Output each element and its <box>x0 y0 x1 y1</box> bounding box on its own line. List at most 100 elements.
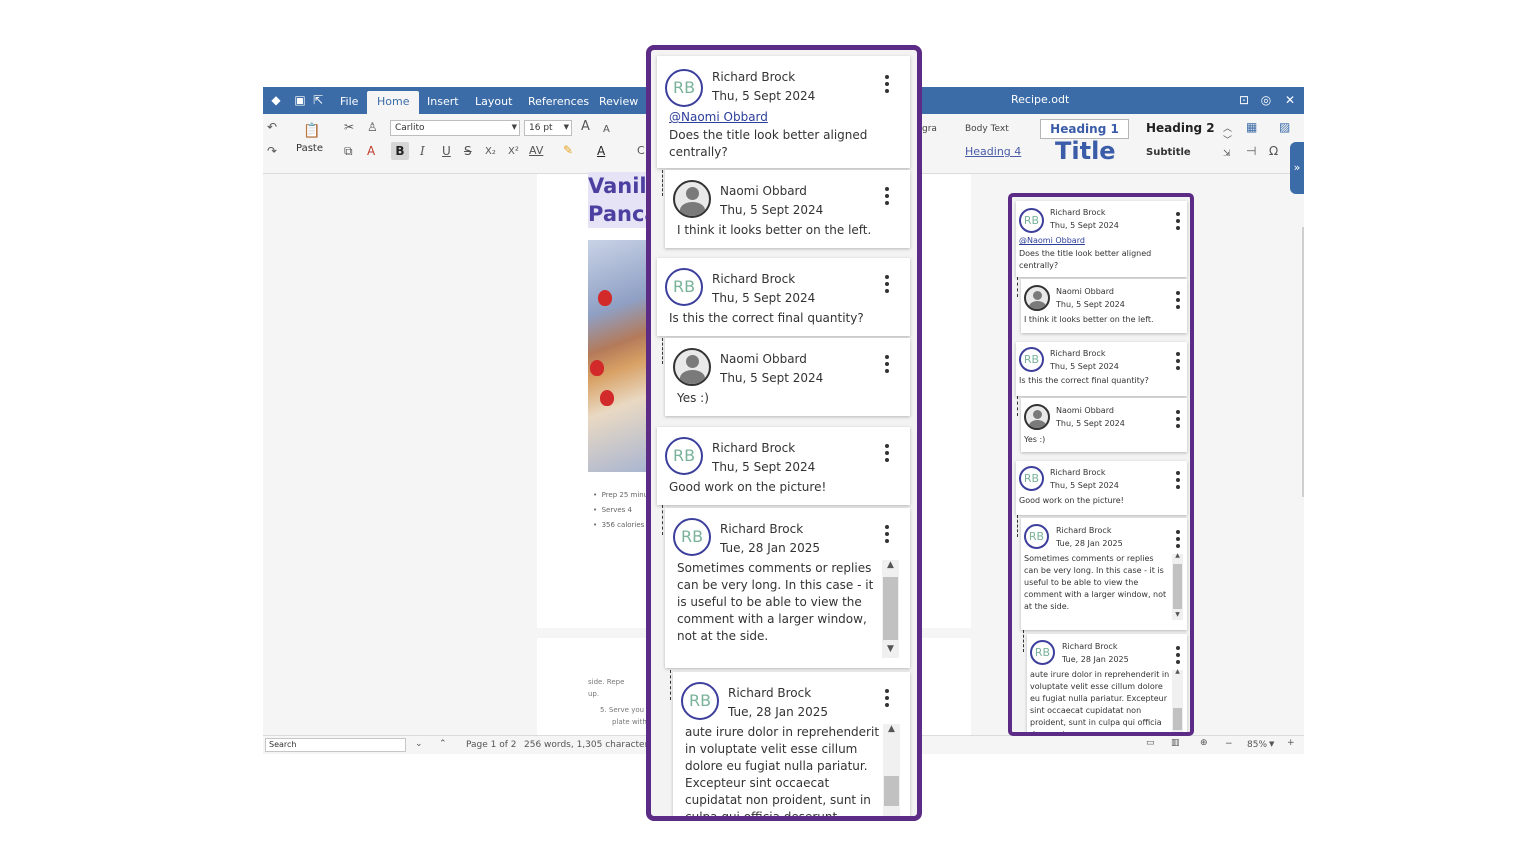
comment-card[interactable]: RB Richard Brock Thu, 5 Sept 2024 Is thi… <box>657 258 910 336</box>
multi-page-view-icon[interactable]: ▥ <box>1171 738 1180 748</box>
zoom-in-button[interactable]: + <box>1287 738 1295 748</box>
style-heading-4[interactable]: Heading 4 <box>965 145 1021 158</box>
scroll-down-arrow[interactable]: ▼ <box>882 644 899 654</box>
menu-tab-home[interactable]: Home <box>367 91 420 114</box>
copy-icon[interactable]: ⧉ <box>344 144 353 158</box>
grow-font-button[interactable]: A <box>581 120 590 134</box>
italic-button[interactable]: I <box>420 144 425 158</box>
comment-menu-icon[interactable] <box>1176 410 1180 431</box>
comment-menu-icon[interactable] <box>885 75 889 96</box>
document-scrollbar[interactable] <box>1302 227 1304 497</box>
close-icon[interactable]: ✕ <box>1283 93 1297 107</box>
comment-menu-icon[interactable] <box>885 689 889 710</box>
open-external-icon[interactable]: ⇱ <box>311 93 325 107</box>
scroll-down-arrow[interactable]: ▼ <box>1172 611 1183 618</box>
comment-card[interactable]: RB Richard Brock Thu, 5 Sept 2024 @Naomi… <box>657 56 910 168</box>
undo-icon[interactable]: ↶ <box>267 120 277 134</box>
menu-tab-layout[interactable]: Layout <box>475 95 512 108</box>
sidebar-toggle-icon[interactable]: ⊡ <box>1237 93 1251 107</box>
search-input[interactable]: Search <box>265 738 406 752</box>
scroll-up-arrow[interactable]: ▲ <box>883 724 900 734</box>
superscript-button[interactable]: X² <box>508 145 519 159</box>
menu-tab-file[interactable]: File <box>340 95 358 108</box>
chevron-down-icon[interactable]: ▼ <box>1269 740 1274 748</box>
highlight-icon[interactable]: ✎ <box>563 143 573 157</box>
comment-author: Richard Brock <box>720 522 804 536</box>
menu-tab-review[interactable]: Review <box>599 95 638 108</box>
reply-card[interactable]: Naomi Obbard Thu, 5 Sept 2024 Yes :) <box>665 338 910 416</box>
comment-scrollbar[interactable] <box>883 724 900 816</box>
scrollbar-thumb[interactable] <box>884 776 899 806</box>
reply-card[interactable]: RB Richard Brock Tue, 28 Jan 2025 Someti… <box>1021 518 1187 630</box>
reply-card[interactable]: Naomi Obbard Thu, 5 Sept 2024 I think it… <box>665 170 910 248</box>
mention-link[interactable]: @Naomi Obbard <box>1019 236 1085 245</box>
zoom-out-button[interactable]: − <box>1225 739 1233 749</box>
comment-menu-icon[interactable] <box>885 525 889 546</box>
paste-button[interactable]: Paste <box>296 142 323 156</box>
style-subtitle[interactable]: Subtitle <box>1146 147 1191 158</box>
comment-card[interactable]: RB Richard Brock Thu, 5 Sept 2024 @Naomi… <box>1016 201 1187 277</box>
menu-tab-insert[interactable]: Insert <box>427 95 459 108</box>
font-name-combobox[interactable]: Carlito ▼ <box>390 120 520 136</box>
scroll-up-arrow[interactable]: ▲ <box>882 560 899 570</box>
cut-icon[interactable]: ✂ <box>344 120 354 134</box>
zoom-icon[interactable]: ⊕ <box>1200 738 1208 748</box>
scroll-up-arrow[interactable]: ▲ <box>1172 552 1183 559</box>
special-character-icon[interactable]: Ω <box>1269 144 1278 158</box>
comment-menu-icon[interactable] <box>1176 212 1180 233</box>
font-size-combobox[interactable]: 16 pt ▼ <box>524 120 572 136</box>
comment-menu-icon[interactable] <box>885 355 889 376</box>
clone-formatting-icon[interactable]: ♙ <box>367 120 378 134</box>
style-heading-1[interactable]: Heading 1 <box>1040 119 1129 139</box>
style-heading-2[interactable]: Heading 2 <box>1146 121 1215 135</box>
scrollbar-thumb[interactable] <box>1173 708 1182 730</box>
page-break-icon[interactable]: ⊣ <box>1246 144 1256 158</box>
comment-menu-icon[interactable] <box>1176 471 1180 492</box>
menu-tab-references[interactable]: References <box>528 95 589 108</box>
scrollbar-thumb[interactable] <box>1173 564 1182 609</box>
style-paragraph-partial[interactable]: gra <box>922 124 937 134</box>
mention-link[interactable]: @Naomi Obbard <box>669 110 768 124</box>
style-body-text[interactable]: Body Text <box>965 124 1009 134</box>
shrink-font-button[interactable]: A <box>603 123 610 137</box>
zoom-level[interactable]: 85% <box>1247 740 1267 750</box>
comment-card[interactable]: RB Richard Brock Thu, 5 Sept 2024 Good w… <box>1016 461 1187 515</box>
pancake-photo[interactable] <box>588 240 650 472</box>
reply-card[interactable]: Naomi Obbard Thu, 5 Sept 2024 I think it… <box>1021 279 1187 333</box>
comment-menu-icon[interactable] <box>1176 530 1180 551</box>
comment-menu-icon[interactable] <box>885 444 889 465</box>
comment-menu-icon[interactable] <box>1176 352 1180 373</box>
comment-menu-icon[interactable] <box>1176 291 1180 312</box>
comment-menu-icon[interactable] <box>1176 646 1180 667</box>
search-prev-icon[interactable]: ⌃ <box>439 739 447 749</box>
reply-card[interactable]: Naomi Obbard Thu, 5 Sept 2024 Yes :) <box>1021 398 1187 452</box>
search-next-icon[interactable]: ⌄ <box>415 739 423 749</box>
font-color-button[interactable]: A <box>597 144 605 158</box>
reply-card[interactable]: RB Richard Brock Tue, 28 Jan 2025 aute i… <box>1027 634 1187 732</box>
save-icon[interactable]: ▣ <box>293 93 307 107</box>
paste-icon[interactable]: 📋 <box>303 124 320 138</box>
reply-card[interactable]: RB Richard Brock Tue, 28 Jan 2025 Someti… <box>665 508 910 668</box>
comment-menu-icon[interactable] <box>885 275 889 296</box>
style-title[interactable]: Title <box>1055 137 1116 165</box>
insert-table-icon[interactable]: ▦ <box>1246 120 1257 134</box>
redo-icon[interactable]: ↷ <box>267 144 277 158</box>
reply-card[interactable]: RB Richard Brock Tue, 28 Jan 2025 aute i… <box>673 672 910 816</box>
character-spacing-button[interactable]: AV <box>529 144 543 158</box>
strikethrough-button[interactable]: S <box>464 144 472 158</box>
single-page-view-icon[interactable]: ▭ <box>1146 738 1155 748</box>
bold-button[interactable]: B <box>391 142 409 160</box>
subscript-button[interactable]: X₂ <box>485 145 496 159</box>
compass-icon[interactable]: ◎ <box>1259 93 1273 107</box>
scroll-up-arrow[interactable]: ▲ <box>1172 668 1183 675</box>
expand-sidebar-button[interactable]: » <box>1290 142 1304 194</box>
comment-card[interactable]: RB Richard Brock Thu, 5 Sept 2024 Good w… <box>657 427 910 505</box>
styles-dialog-icon[interactable]: ⇲ <box>1223 147 1231 161</box>
comment-card[interactable]: RB Richard Brock Thu, 5 Sept 2024 Is thi… <box>1016 342 1187 396</box>
scrollbar-thumb[interactable] <box>883 577 898 640</box>
insert-image-icon[interactable]: ▨ <box>1279 120 1290 134</box>
chevron-down-icon[interactable]: ﹀ <box>1223 134 1232 148</box>
comment-menu-icon[interactable] <box>885 187 889 208</box>
clear-formatting-icon[interactable]: A <box>367 144 375 158</box>
underline-button[interactable]: U <box>442 144 451 158</box>
